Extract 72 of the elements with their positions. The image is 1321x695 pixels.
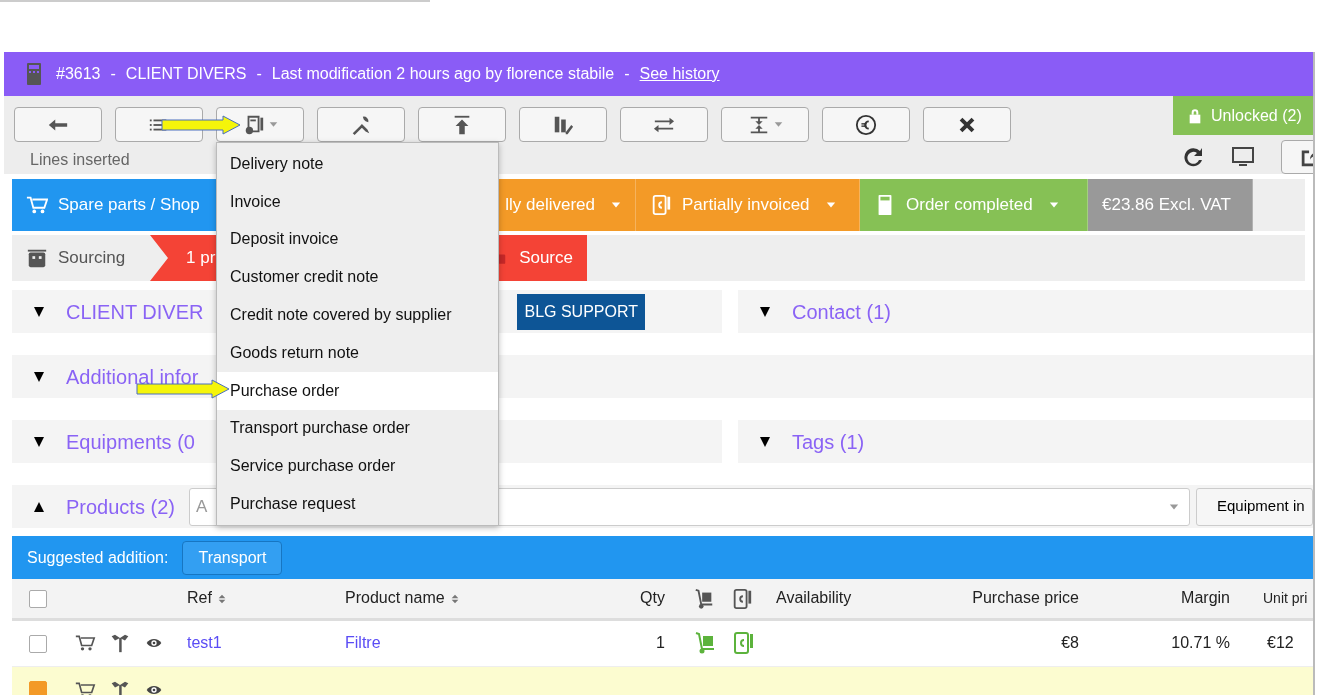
column-header: Purchase price — [972, 589, 1079, 607]
expand-triangle-icon[interactable] — [758, 435, 772, 448]
invoice-icon — [650, 194, 672, 216]
caret-icon — [825, 200, 836, 210]
suggestion-label: Suggested addition: — [27, 547, 169, 568]
title-text: #3613 — [56, 64, 101, 84]
column-header: Margin — [1181, 589, 1230, 607]
share-button[interactable] — [1281, 140, 1313, 174]
section-title[interactable]: Equipments (0 — [66, 430, 195, 453]
caret-icon — [1048, 200, 1059, 210]
invoice-icon[interactable] — [731, 629, 755, 657]
toolbar-button[interactable] — [822, 107, 910, 142]
row-checkbox[interactable] — [29, 681, 47, 695]
table-cell: 1 — [656, 634, 665, 651]
sortable-column-header[interactable]: Ref — [187, 589, 227, 607]
expand-triangle-icon[interactable] — [32, 435, 46, 448]
title-text: - — [624, 64, 630, 84]
row-checkbox[interactable] — [29, 634, 47, 653]
column-header: Qty — [640, 589, 665, 607]
sort-icon — [449, 592, 460, 606]
section-title[interactable]: CLIENT DIVER — [66, 300, 204, 323]
invoice-icon — [731, 586, 753, 611]
product-link[interactable]: Filtre — [345, 634, 381, 651]
collapse-triangle-icon[interactable] — [32, 500, 46, 513]
menu-item[interactable]: Service purchase order — [217, 447, 498, 486]
title-text: CLIENT DIVERS — [125, 64, 247, 84]
history-link[interactable]: See history — [639, 62, 720, 86]
toolbar-button[interactable] — [519, 107, 607, 142]
support-tag: BLG SUPPORT — [517, 293, 645, 330]
section-title[interactable]: Products (2) — [66, 495, 175, 518]
table-cell: 10.71 % — [1171, 634, 1230, 651]
column-header: Unit pri — [1263, 589, 1308, 606]
status-caption: Lines inserted — [30, 150, 130, 170]
caret-icon — [611, 200, 621, 210]
sort-icon — [216, 592, 227, 606]
toolbar-button[interactable] — [923, 107, 1011, 142]
toolbar-button[interactable] — [216, 107, 304, 142]
caret-icon — [773, 120, 783, 129]
menu-item[interactable]: Credit note covered by supplier — [217, 296, 498, 334]
title-text: - — [256, 64, 262, 84]
section-title[interactable]: Contact (1) — [792, 300, 891, 323]
caret-icon — [268, 120, 278, 129]
menu-item[interactable]: Purchase request — [217, 485, 498, 523]
section-title[interactable]: Additional infor — [66, 365, 199, 388]
select-all-checkbox[interactable] — [29, 590, 47, 608]
transport-button[interactable]: Transport — [182, 540, 283, 575]
title-text: - — [110, 64, 116, 84]
alert-text: 1 pr — [186, 247, 216, 270]
monitor-icon[interactable] — [1231, 145, 1255, 169]
refresh-icon[interactable] — [1181, 145, 1205, 169]
sourcing-label: Sourcing — [58, 247, 126, 270]
menu-item[interactable]: Purchase order — [217, 371, 498, 410]
menu-item[interactable]: Customer credit note — [217, 258, 498, 297]
hand-truck-icon — [693, 586, 715, 611]
column-header: Availability — [776, 589, 852, 607]
cart-icon — [26, 194, 48, 216]
table-cell: €12 — [1267, 634, 1294, 651]
padlock-icon — [1187, 106, 1203, 125]
title-text: Last modification 2 hours ago by florence stabile — [271, 64, 615, 84]
table-cell: €8 — [1061, 634, 1079, 651]
menu-item[interactable]: Transport purchase order — [217, 409, 498, 448]
signpost-icon[interactable] — [110, 632, 130, 654]
expand-triangle-icon[interactable] — [758, 305, 772, 318]
cart-icon[interactable] — [74, 633, 96, 653]
equipment-button[interactable]: Equipment in — [1196, 487, 1313, 526]
section-title[interactable]: Tags (1) — [792, 430, 865, 453]
expand-triangle-icon[interactable] — [32, 370, 46, 383]
toolbar-button[interactable] — [418, 107, 506, 142]
expand-triangle-icon[interactable] — [32, 305, 46, 318]
status-step[interactable]: €23.86 Excl. VAT — [1088, 179, 1253, 231]
menu-item[interactable]: Goods return note — [217, 334, 498, 372]
ref-link[interactable]: test1 — [187, 634, 222, 651]
